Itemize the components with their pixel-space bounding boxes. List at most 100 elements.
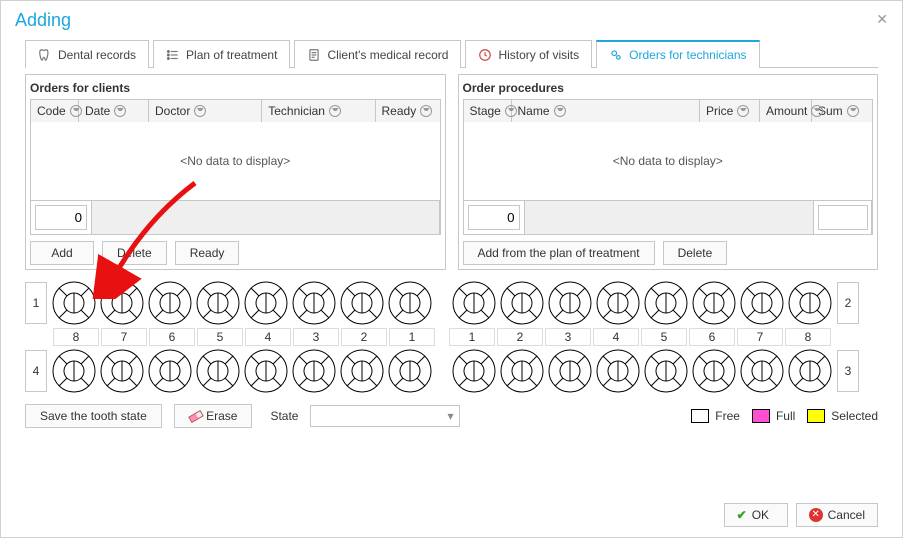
tooth[interactable]	[787, 348, 833, 394]
filter-icon[interactable]	[70, 105, 82, 117]
eraser-icon	[188, 410, 204, 423]
clients-title: Orders for clients	[30, 81, 441, 95]
legend-free: Free	[691, 409, 740, 423]
tooth[interactable]	[787, 280, 833, 326]
tooth[interactable]	[387, 348, 433, 394]
tab-plan-of-treatment[interactable]: Plan of treatment	[153, 40, 290, 68]
clients-footer-input[interactable]	[35, 205, 87, 230]
gears-icon	[609, 48, 623, 62]
tooth[interactable]	[595, 280, 641, 326]
close-icon[interactable]: ✕	[876, 11, 888, 28]
history-icon	[478, 48, 492, 62]
col-technician[interactable]: Technician	[262, 100, 375, 122]
tooth[interactable]	[739, 280, 785, 326]
col-price[interactable]: Price	[700, 100, 760, 122]
tooth[interactable]	[51, 348, 97, 394]
tooth-number: 8	[785, 328, 831, 346]
legend-full: Full	[752, 409, 795, 423]
tooth[interactable]	[691, 348, 737, 394]
legend-selected: Selected	[807, 409, 878, 423]
ok-button[interactable]: ✔OK	[724, 503, 788, 527]
filter-icon[interactable]	[420, 105, 432, 117]
ready-button[interactable]: Ready	[175, 241, 240, 265]
tooth-number: 3	[545, 328, 591, 346]
state-combo[interactable]: ▾	[310, 405, 460, 427]
col-doctor[interactable]: Doctor	[149, 100, 262, 122]
filter-icon[interactable]	[505, 105, 517, 117]
tooth-icon	[38, 48, 52, 62]
quadrant-2: 2	[837, 282, 859, 324]
save-tooth-state-button[interactable]: Save the tooth state	[25, 404, 162, 428]
tooth-number: 6	[689, 328, 735, 346]
filter-icon[interactable]	[329, 105, 341, 117]
check-icon: ✔	[737, 508, 747, 522]
procedures-title: Order procedures	[463, 81, 874, 95]
cancel-button[interactable]: ✕Cancel	[796, 503, 878, 527]
col-date[interactable]: Date	[79, 100, 149, 122]
col-name[interactable]: Name	[512, 100, 701, 122]
tooth-number: 6	[149, 328, 195, 346]
tooth[interactable]	[99, 280, 145, 326]
procedures-delete-button[interactable]: Delete	[663, 241, 728, 265]
tooth[interactable]	[387, 280, 433, 326]
tab-medical-record[interactable]: Client's medical record	[294, 40, 461, 68]
delete-button[interactable]: Delete	[102, 241, 167, 265]
procedures-footer-input[interactable]	[468, 205, 520, 230]
tooth[interactable]	[243, 280, 289, 326]
procedures-grid: Stage Name Price Amount Sum <No data to …	[463, 99, 874, 235]
quadrant-3: 3	[837, 350, 859, 392]
filter-icon[interactable]	[737, 105, 749, 117]
tab-history-of-visits[interactable]: History of visits	[465, 40, 592, 68]
tooth[interactable]	[147, 348, 193, 394]
tooth[interactable]	[547, 280, 593, 326]
tooth[interactable]	[99, 348, 145, 394]
tooth[interactable]	[691, 280, 737, 326]
tooth[interactable]	[643, 348, 689, 394]
col-ready[interactable]: Ready	[376, 100, 440, 122]
filter-icon[interactable]	[114, 105, 126, 117]
tooth[interactable]	[595, 348, 641, 394]
tooth[interactable]	[739, 348, 785, 394]
orders-for-clients-panel: Orders for clients Code Date Doctor Tech…	[25, 74, 446, 270]
tooth[interactable]	[291, 348, 337, 394]
tooth[interactable]	[51, 280, 97, 326]
tooth[interactable]	[643, 280, 689, 326]
filter-icon[interactable]	[847, 105, 859, 117]
tooth-chart: 1 2 87654321 12345678 4 3	[25, 280, 878, 394]
tooth[interactable]	[339, 348, 385, 394]
tooth[interactable]	[195, 348, 241, 394]
filter-icon[interactable]	[194, 105, 206, 117]
quadrant-4: 4	[25, 350, 47, 392]
tab-bar: Dental records Plan of treatment Client'…	[25, 39, 878, 68]
tab-orders-technicians[interactable]: Orders for technicians	[596, 40, 759, 68]
tooth-number: 3	[293, 328, 339, 346]
tooth[interactable]	[451, 348, 497, 394]
col-code[interactable]: Code	[31, 100, 79, 122]
tooth[interactable]	[339, 280, 385, 326]
tooth[interactable]	[243, 348, 289, 394]
tooth-number: 5	[197, 328, 243, 346]
adding-dialog: Adding ✕ Dental records Plan of treatmen…	[0, 0, 903, 538]
tooth[interactable]	[499, 280, 545, 326]
tooth[interactable]	[451, 280, 497, 326]
filter-icon[interactable]	[554, 105, 566, 117]
col-amount[interactable]: Amount	[760, 100, 812, 122]
tooth-number: 7	[101, 328, 147, 346]
clients-empty: <No data to display>	[31, 122, 440, 200]
tooth[interactable]	[147, 280, 193, 326]
tooth-number: 8	[53, 328, 99, 346]
add-from-plan-button[interactable]: Add from the plan of treatment	[463, 241, 655, 265]
tooth-number: 4	[593, 328, 639, 346]
tab-dental-records[interactable]: Dental records	[25, 40, 149, 68]
dialog-title: Adding	[15, 10, 71, 31]
erase-button[interactable]: Erase	[174, 404, 253, 428]
tooth[interactable]	[547, 348, 593, 394]
add-button[interactable]: Add	[30, 241, 94, 265]
tooth[interactable]	[499, 348, 545, 394]
tooth[interactable]	[195, 280, 241, 326]
tooth-number: 2	[497, 328, 543, 346]
col-stage[interactable]: Stage	[464, 100, 512, 122]
tooth[interactable]	[291, 280, 337, 326]
procedures-sum-input[interactable]	[818, 205, 868, 230]
tooth-number: 1	[389, 328, 435, 346]
